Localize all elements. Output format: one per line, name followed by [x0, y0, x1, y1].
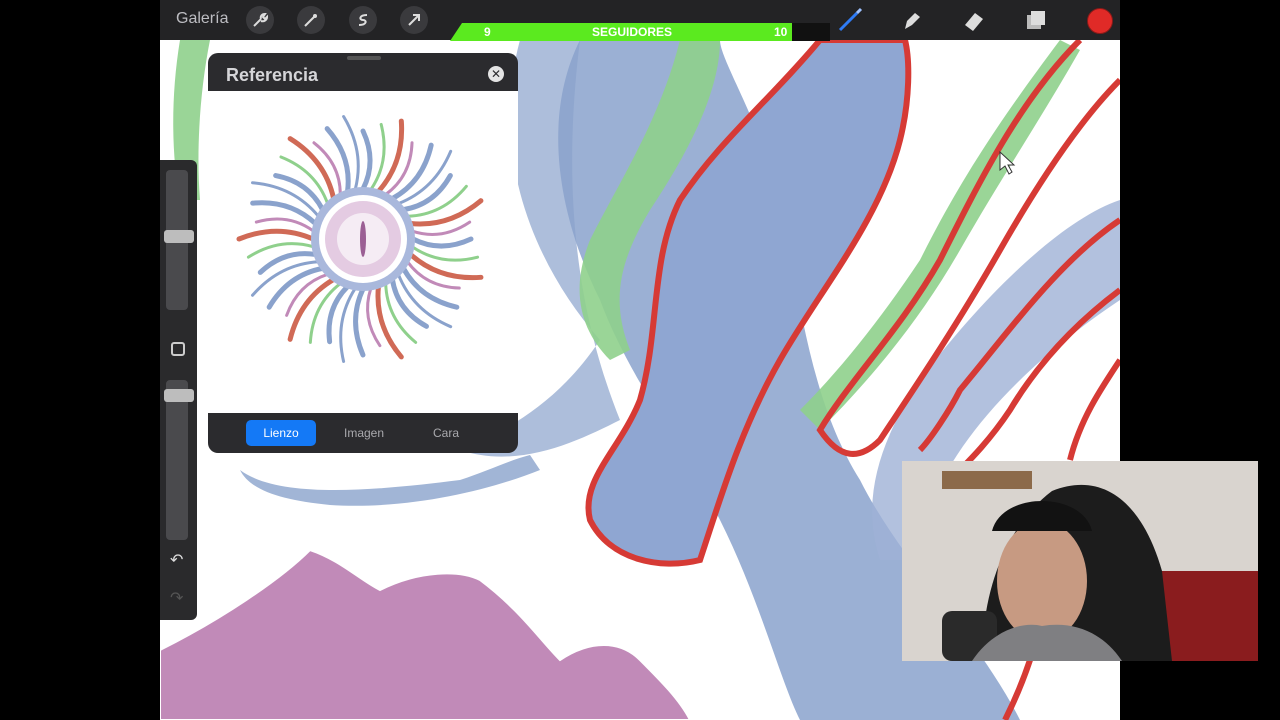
reference-ray — [236, 228, 316, 242]
reference-ray — [339, 286, 357, 363]
red-stroke — [1002, 659, 1033, 720]
smudge-icon[interactable] — [898, 6, 926, 34]
reference-ray — [369, 122, 386, 192]
followers-progress-remaining — [792, 23, 830, 41]
gallery-button[interactable]: Galería — [176, 10, 228, 28]
blue-stroke — [240, 455, 540, 506]
panel-drag-handle[interactable] — [347, 56, 381, 60]
reference-ray — [360, 128, 373, 192]
reference-ray — [410, 245, 480, 262]
followers-current: 9 — [484, 25, 491, 39]
wrench-icon[interactable] — [246, 6, 274, 34]
redo-icon[interactable]: ↷ — [170, 588, 183, 608]
tab-lienzo[interactable]: Lienzo — [246, 420, 316, 446]
tab-imagen[interactable]: Imagen — [328, 420, 400, 446]
brush-size-thumb[interactable] — [164, 230, 194, 243]
tab-cara[interactable]: Cara — [410, 420, 482, 446]
reference-image — [208, 91, 518, 413]
followers-goal-bar: 9 SEGUIDORES 10 — [450, 23, 830, 41]
pink-stroke — [160, 548, 692, 720]
red-stroke — [1067, 358, 1120, 461]
followers-goal: 10 — [774, 25, 788, 39]
selection-icon[interactable] — [349, 6, 377, 34]
reference-ray — [251, 181, 320, 218]
reference-title: Referencia — [226, 65, 319, 85]
reference-ray — [410, 236, 474, 249]
reference-ray — [287, 136, 337, 202]
eraser-icon[interactable] — [960, 6, 988, 34]
magic-wand-icon[interactable] — [297, 6, 325, 34]
undo-icon[interactable]: ↶ — [170, 550, 183, 570]
color-picker-button[interactable] — [1087, 8, 1113, 34]
reference-ray — [389, 276, 429, 329]
transform-arrow-icon[interactable] — [400, 6, 428, 34]
followers-label: SEGUIDORES — [592, 25, 673, 39]
brush-icon[interactable] — [836, 6, 864, 34]
close-icon[interactable]: ✕ — [488, 66, 504, 82]
webcam-overlay — [902, 461, 1258, 661]
side-toolbar: ↶ ↷ — [160, 160, 197, 620]
opacity-slider[interactable] — [166, 380, 188, 540]
modify-square-button[interactable] — [171, 342, 185, 356]
opacity-thumb[interactable] — [164, 389, 194, 402]
layers-icon[interactable] — [1022, 6, 1050, 34]
reference-panel: Referencia ✕ Lienzo Imagen Cara — [208, 53, 518, 453]
toolbar: Galería 9 SEGUIDORES 10 — [160, 0, 1120, 41]
reference-ray — [400, 173, 453, 213]
reference-ray — [353, 286, 366, 358]
reference-ray — [251, 260, 320, 297]
